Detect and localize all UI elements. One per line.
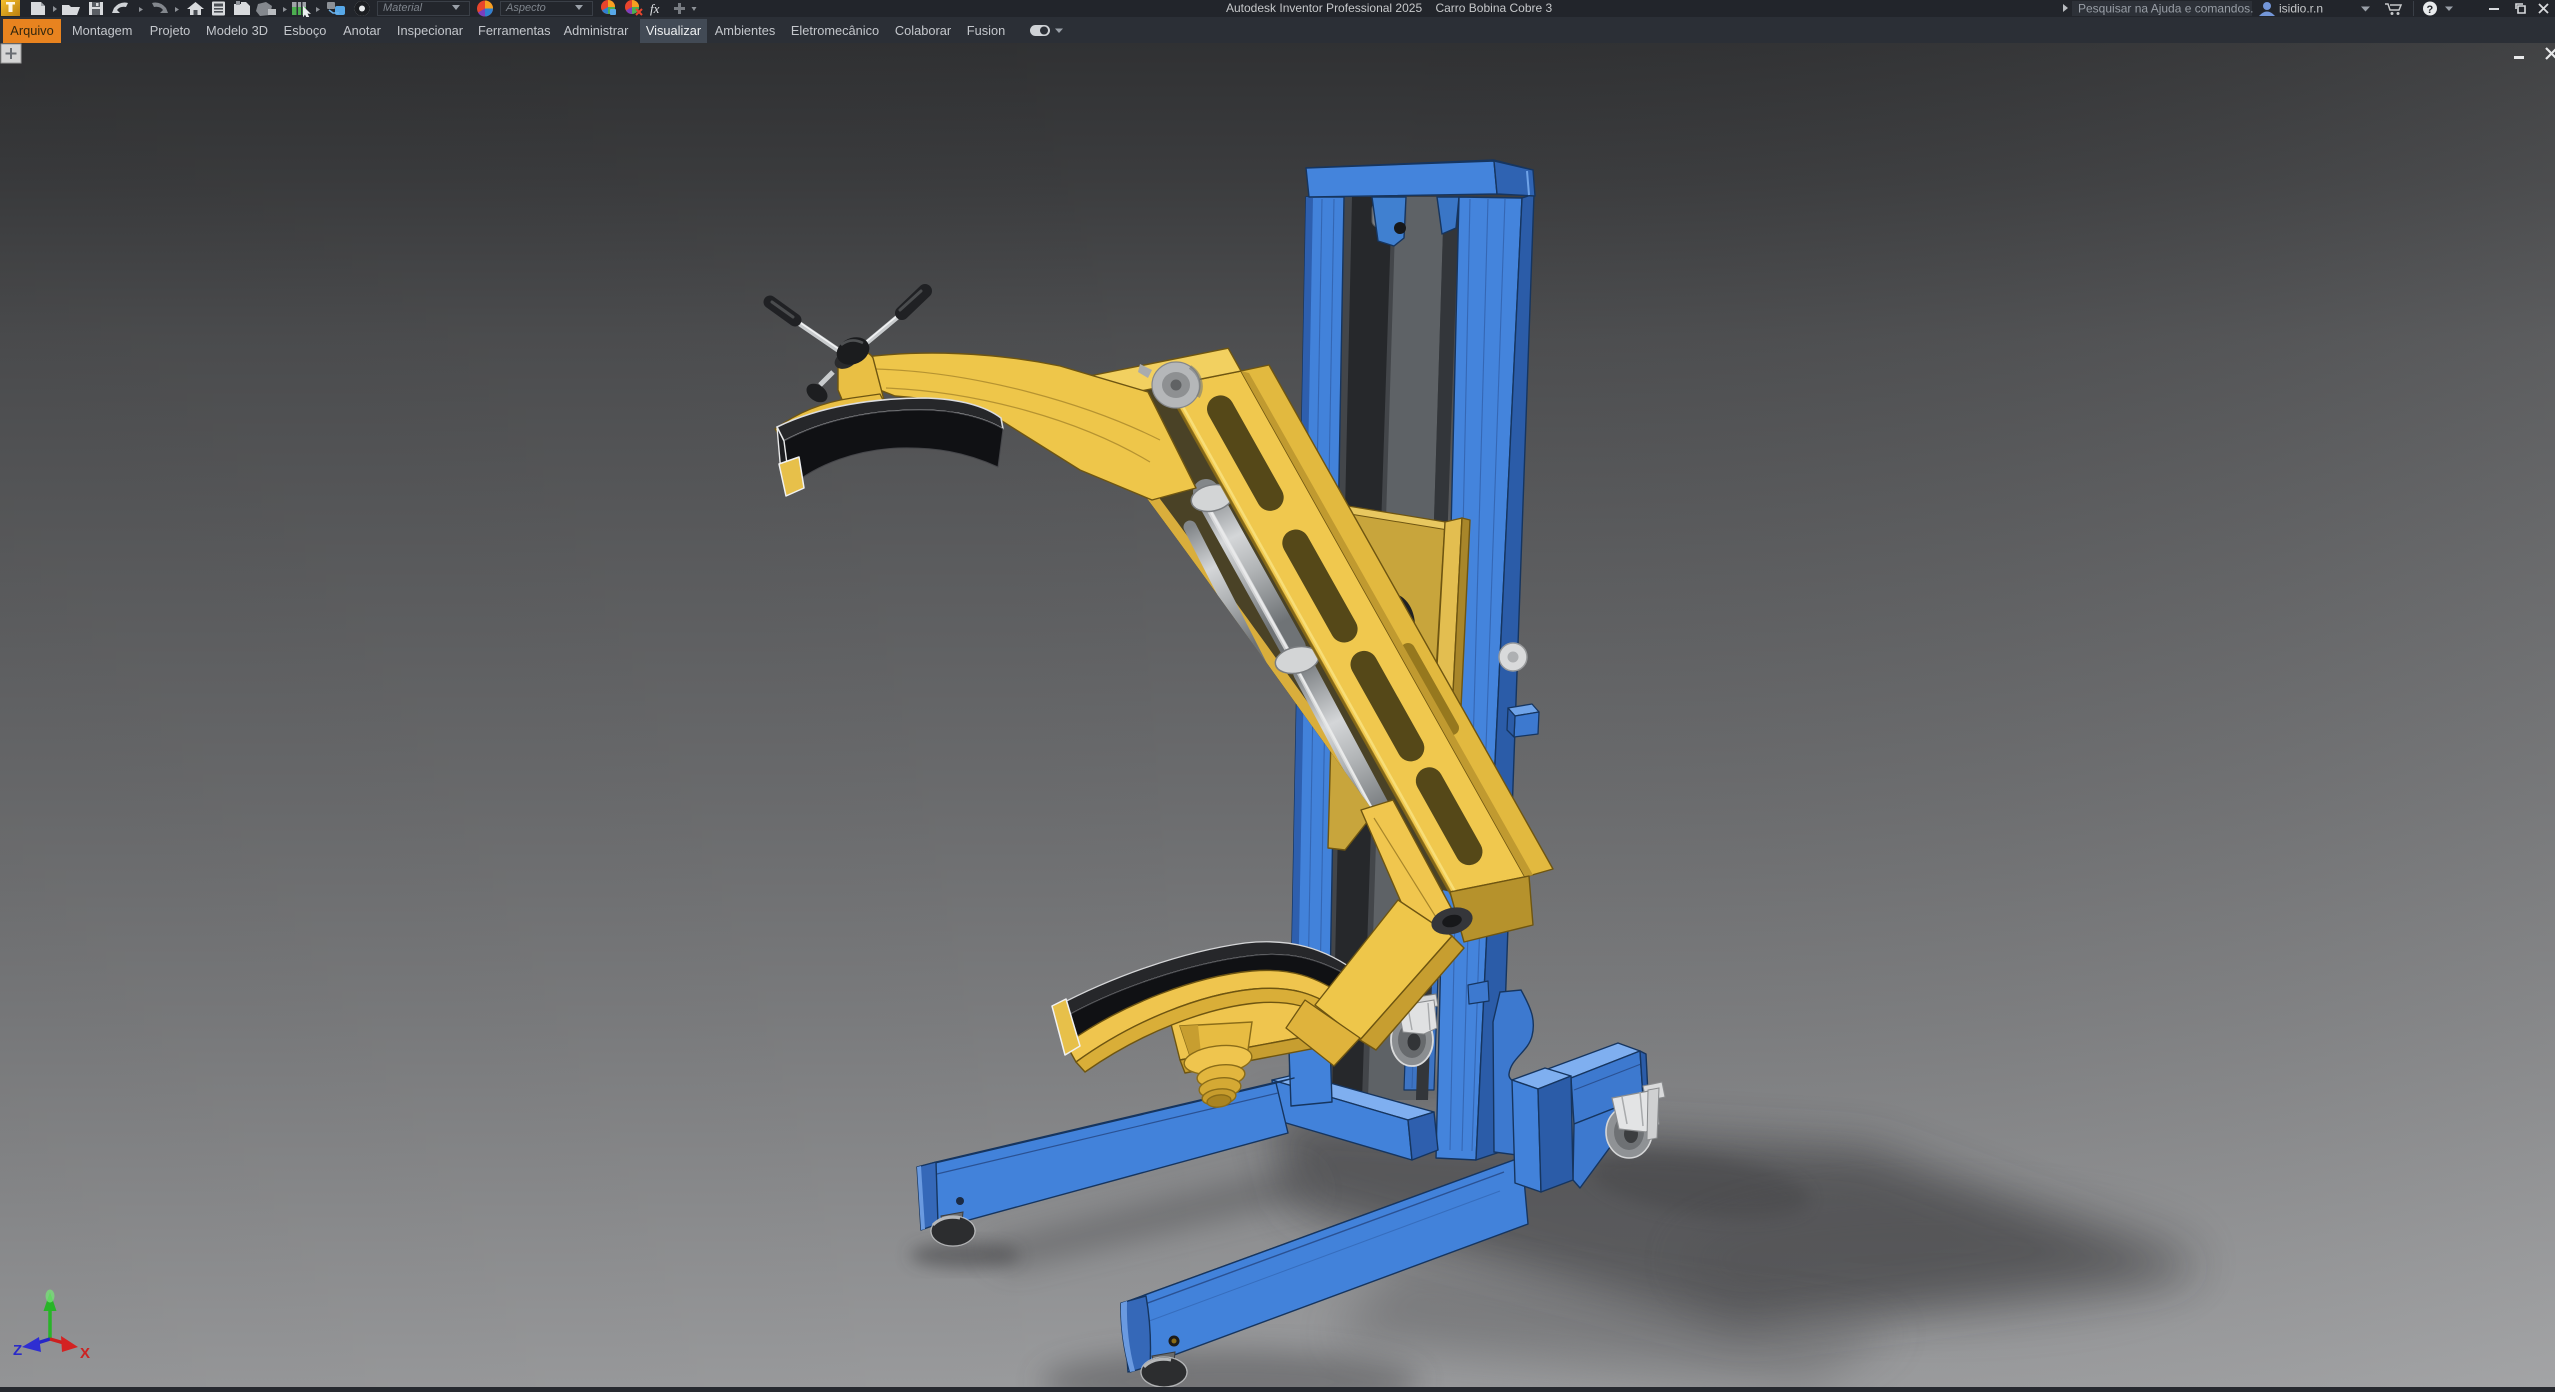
svg-text:X: X (80, 1345, 90, 1362)
svg-text:isidio.r.n: isidio.r.n (2279, 2, 2323, 16)
svg-text:fx: fx (650, 1, 660, 16)
svg-text:?: ? (2427, 4, 2434, 16)
svg-text:Z: Z (13, 1342, 22, 1359)
svg-text:Pesquisar na Ajuda e comandos.: Pesquisar na Ajuda e comandos. (2078, 2, 2253, 16)
